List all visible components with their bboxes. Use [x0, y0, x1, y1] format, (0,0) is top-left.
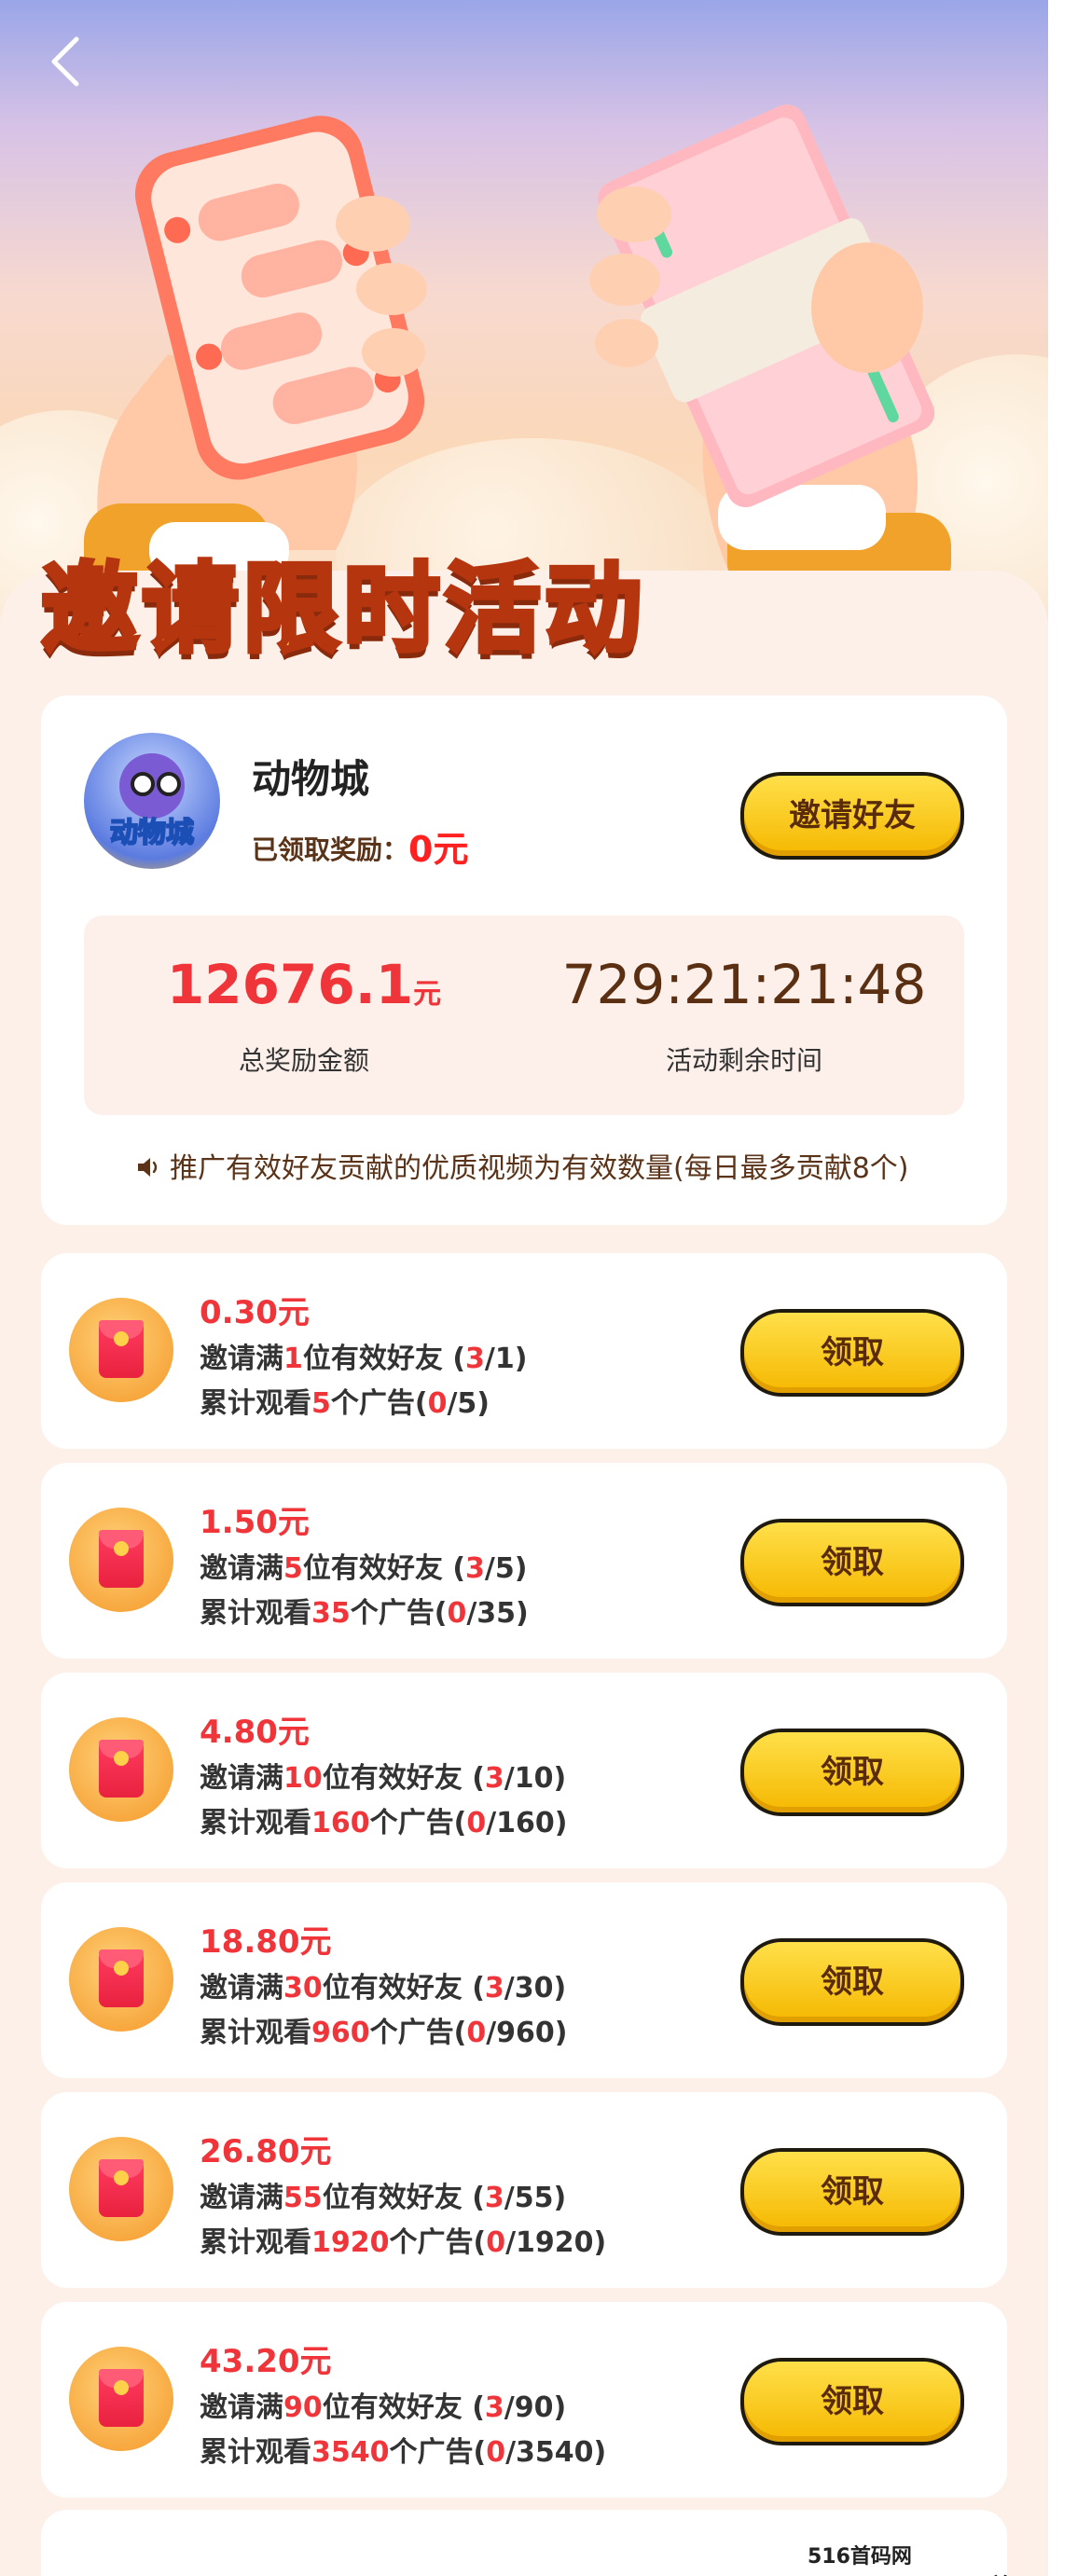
- ad-target: 35: [311, 1597, 351, 1630]
- friend-progress: 3: [484, 1972, 504, 2004]
- total-reward-unit: 元: [413, 978, 442, 1011]
- reward-item: 43.20元邀请满90位有效好友 (3/90) 累计观看3540个广告(0/354…: [41, 2302, 1007, 2498]
- speaker-icon: [138, 1158, 158, 1177]
- total-reward-stat: 12676.1元 总奖励金额: [84, 953, 524, 1078]
- red-packet-icon: [69, 2347, 173, 2451]
- friend-target: 55: [283, 2182, 323, 2214]
- ad-progress: 0: [466, 2017, 487, 2049]
- red-packet-icon: [69, 2137, 173, 2241]
- app-name: 动物城: [252, 756, 370, 802]
- claimed-reward-value: 0元: [408, 829, 469, 870]
- ad-progress: 0: [486, 2436, 506, 2469]
- ad-progress: 0: [427, 1387, 448, 1420]
- reward-amount: 43.20元: [200, 2343, 332, 2380]
- reward-item: 4.80元邀请满10位有效好友 (3/10) 累计观看160个广告(0/160) 领…: [41, 1673, 1007, 1868]
- claimed-reward-label: 已领取奖励：: [252, 834, 409, 865]
- invite-friends-button[interactable]: 邀请好友: [740, 772, 964, 860]
- friend-requirement: 邀请满1位有效好友 (3/1): [200, 1343, 528, 1375]
- claim-button[interactable]: 领取: [740, 1309, 964, 1397]
- claim-button[interactable]: 领取: [740, 1729, 964, 1816]
- remaining-time-value: 729:21:21:48: [561, 953, 927, 1016]
- friend-progress: 3: [484, 2391, 504, 2424]
- reward-item: 1.50元邀请满5位有效好友 (3/5) 累计观看35个广告(0/35) 领取: [41, 1463, 1007, 1659]
- friend-target: 10: [283, 1762, 323, 1795]
- friend-target: 30: [283, 1972, 323, 2004]
- friend-requirement: 邀请满10位有效好友 (3/10): [200, 1762, 567, 1795]
- claim-button[interactable]: 领取: [740, 1519, 964, 1606]
- remaining-time-stat: 729:21:21:48 活动剩余时间: [524, 953, 964, 1078]
- friend-requirement: 邀请满55位有效好友 (3/55): [200, 2182, 567, 2214]
- friend-target: 5: [283, 1552, 303, 1585]
- ad-requirement: 累计观看3540个广告(0/3540): [200, 2436, 607, 2469]
- friend-requirement: 邀请满5位有效好友 (3/5): [200, 1552, 528, 1585]
- ad-requirement: 累计观看35个广告(0/35): [200, 1597, 529, 1630]
- ad-requirement: 累计观看960个广告(0/960): [200, 2017, 568, 2049]
- total-reward-label: 总奖励金额: [238, 1045, 369, 1076]
- total-reward-value: 12676.1: [166, 953, 414, 1016]
- claimed-reward: 已领取奖励：0元: [252, 820, 468, 872]
- back-chevron-icon: [51, 36, 79, 87]
- red-packet-icon: [69, 1717, 173, 1822]
- page-title: 邀请限时活动: [38, 550, 646, 668]
- ad-requirement: 累计观看1920个广告(0/1920): [200, 2226, 607, 2259]
- activity-info-card: 动物城 动物城 已领取奖励：0元 邀请好友 12676.1元 总奖励金额 729…: [41, 696, 1007, 1225]
- reward-amount: 1.50元: [200, 1504, 310, 1541]
- claim-button[interactable]: 领取: [740, 2358, 964, 2445]
- friend-target: 90: [283, 2391, 323, 2424]
- friend-progress: 3: [465, 1552, 485, 1585]
- ad-progress: 0: [466, 1807, 487, 1839]
- friend-requirement: 邀请满90位有效好友 (3/90): [200, 2391, 567, 2424]
- stats-panel: 12676.1元 总奖励金额 729:21:21:48 活动剩余时间: [84, 916, 964, 1115]
- claim-button[interactable]: 领取: [740, 1938, 964, 2026]
- ad-target: 3540: [311, 2436, 390, 2469]
- page: 邀请限时活动 动物城 动物城 已领取奖励：0元 邀请好友 12676.1元 总奖…: [0, 0, 1048, 2576]
- ad-target: 960: [311, 2017, 370, 2049]
- red-packet-icon: [69, 1508, 173, 1612]
- red-packet-icon: [69, 1298, 173, 1402]
- hand-phone-illustration: [84, 116, 427, 597]
- app-logo: 动物城: [84, 733, 220, 869]
- ad-requirement: 累计观看160个广告(0/160): [200, 1807, 568, 1839]
- reward-item: 18.80元邀请满30位有效好友 (3/30) 累计观看960个广告(0/960)…: [41, 1882, 1007, 2078]
- hand-money-illustration: [589, 104, 951, 587]
- reward-amount: 0.30元: [200, 1294, 310, 1331]
- ad-target: 160: [311, 1807, 370, 1839]
- reward-item: 0.30元邀请满1位有效好友 (3/1) 累计观看5个广告(0/5) 领取: [41, 1253, 1007, 1449]
- friend-progress: 3: [465, 1343, 485, 1375]
- reward-amount: 26.80元: [200, 2133, 332, 2170]
- friend-target: 1: [283, 1343, 303, 1375]
- page-margin: [1048, 0, 1091, 2576]
- friend-requirement: 邀请满30位有效好友 (3/30): [200, 1972, 567, 2004]
- notice-text: 推广有效好友贡献的优质视频为有效数量(每日最多贡献8个): [170, 1152, 909, 1185]
- ad-target: 5: [311, 1387, 331, 1420]
- friend-progress: 3: [484, 2182, 504, 2214]
- back-button[interactable]: [45, 34, 86, 90]
- red-packet-icon: [69, 1927, 173, 2032]
- ad-progress: 0: [486, 2226, 506, 2259]
- ad-progress: 0: [447, 1597, 467, 1630]
- friend-progress: 3: [484, 1762, 504, 1795]
- watermark: 516首码网 www.e516.com 首码联盟 www.hdbq.cc: [808, 2545, 1031, 2576]
- remaining-time-label: 活动剩余时间: [665, 1045, 822, 1076]
- reward-amount: 4.80元: [200, 1714, 310, 1751]
- reward-item: 26.80元邀请满55位有效好友 (3/55) 累计观看1920个广告(0/192…: [41, 2092, 1007, 2288]
- reward-amount: 18.80元: [200, 1923, 332, 1961]
- ad-requirement: 累计观看5个广告(0/5): [200, 1387, 490, 1420]
- notice-text-row: 推广有效好友贡献的优质视频为有效数量(每日最多贡献8个): [134, 1145, 909, 1186]
- app-logo-text: 动物城: [109, 816, 195, 850]
- claim-button[interactable]: 领取: [740, 2148, 964, 2236]
- ad-target: 1920: [311, 2226, 390, 2259]
